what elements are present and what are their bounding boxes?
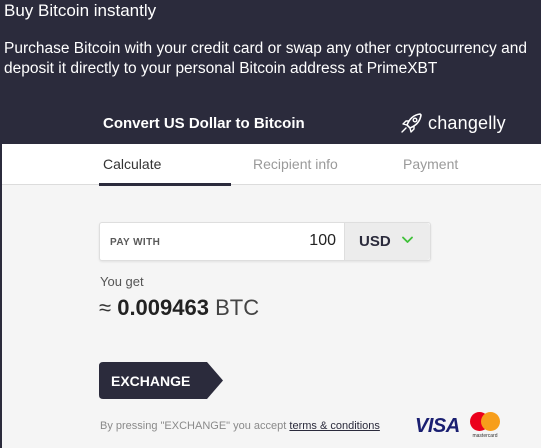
tab-calculate[interactable]: Calculate	[103, 156, 161, 172]
terms-link[interactable]: terms & conditions	[289, 420, 379, 432]
pay-with-label: PAY WITH	[110, 237, 161, 248]
tab-payment[interactable]: Payment	[403, 156, 458, 172]
visa-logo: VISA	[415, 415, 460, 437]
terms-notice: By pressing "EXCHANGE" you accept terms …	[100, 420, 380, 432]
exchange-button[interactable]: EXCHANGE	[99, 362, 225, 399]
mastercard-text: mastercard	[472, 433, 498, 439]
result-unit: BTC	[215, 295, 260, 320]
widget-title: Convert US Dollar to Bitcoin	[103, 115, 305, 132]
currency-code: USD	[359, 233, 391, 250]
brand-logo: changelly	[399, 112, 506, 134]
tab-bar: Calculate Recipient info Payment	[2, 144, 541, 186]
widget-header: Convert US Dollar to Bitcoin changelly	[0, 104, 541, 144]
mastercard-orange-circle	[481, 412, 500, 431]
mastercard-logo: mastercard	[468, 412, 502, 440]
rocket-icon	[401, 113, 422, 133]
chevron-down-icon	[402, 236, 413, 243]
page-description: Purchase Bitcoin with your credit card o…	[4, 40, 527, 77]
currency-select[interactable]: USD	[344, 223, 430, 260]
exchange-button-label: EXCHANGE	[111, 373, 191, 389]
widget-body: Calculate Recipient info Payment PAY WIT…	[2, 144, 541, 448]
amount-input[interactable]	[250, 232, 336, 250]
page-title: Buy Bitcoin instantly	[4, 1, 157, 20]
pay-with-field: PAY WITH USD	[99, 222, 431, 261]
active-tab-indicator	[99, 183, 231, 186]
terms-prefix: By pressing "EXCHANGE" you accept	[100, 420, 290, 432]
result-amount: 0.009463	[117, 295, 209, 320]
result-display: ≈ 0.009463 BTC	[99, 295, 259, 321]
you-get-label: You get	[100, 274, 144, 289]
approx-symbol: ≈	[99, 295, 112, 320]
brand-name: changelly	[428, 112, 506, 133]
tab-recipient-info[interactable]: Recipient info	[253, 156, 338, 172]
